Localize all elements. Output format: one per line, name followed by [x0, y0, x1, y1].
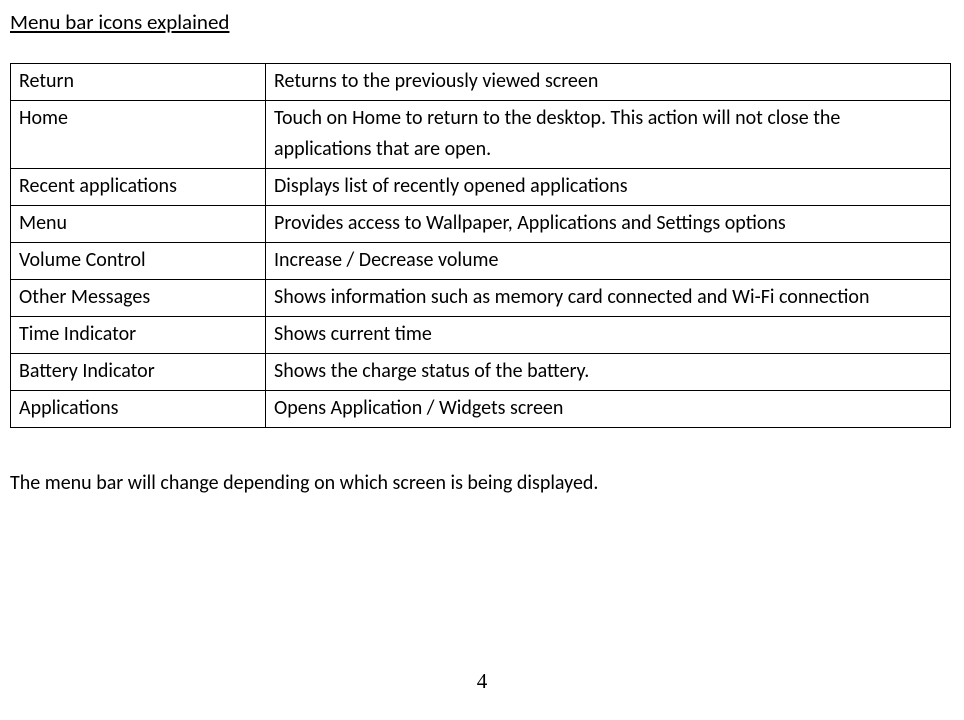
- footer-paragraph: The menu bar will change depending on wh…: [10, 468, 954, 499]
- menu-icons-table: Return Returns to the previously viewed …: [10, 63, 951, 428]
- table-row: Battery Indicator Shows the charge statu…: [11, 353, 951, 390]
- icon-name-cell: Recent applications: [11, 168, 266, 205]
- icon-desc-cell: Shows current time: [266, 316, 951, 353]
- icon-name-cell: Home: [11, 100, 266, 168]
- table-row: Other Messages Shows information such as…: [11, 279, 951, 316]
- icon-desc-cell: Shows information such as memory card co…: [266, 279, 951, 316]
- table-row: Home Touch on Home to return to the desk…: [11, 100, 951, 168]
- table-row: Menu Provides access to Wallpaper, Appli…: [11, 205, 951, 242]
- table-row: Return Returns to the previously viewed …: [11, 63, 951, 100]
- table-row: Time Indicator Shows current time: [11, 316, 951, 353]
- table-row: Volume Control Increase / Decrease volum…: [11, 242, 951, 279]
- icon-name-cell: Return: [11, 63, 266, 100]
- table-row: Recent applications Displays list of rec…: [11, 168, 951, 205]
- menu-icons-table-container: Return Returns to the previously viewed …: [10, 63, 954, 428]
- icon-name-cell: Time Indicator: [11, 316, 266, 353]
- table-row: Applications Opens Application / Widgets…: [11, 390, 951, 427]
- page-number: 4: [0, 665, 964, 698]
- icon-desc-cell: Opens Application / Widgets screen: [266, 390, 951, 427]
- section-heading: Menu bar icons explained: [10, 6, 954, 39]
- icon-desc-cell: Shows the charge status of the battery.: [266, 353, 951, 390]
- icon-desc-cell: Provides access to Wallpaper, Applicatio…: [266, 205, 951, 242]
- icon-name-cell: Other Messages: [11, 279, 266, 316]
- icon-name-cell: Volume Control: [11, 242, 266, 279]
- icon-name-cell: Menu: [11, 205, 266, 242]
- icon-desc-cell: Displays list of recently opened applica…: [266, 168, 951, 205]
- icon-desc-cell: Returns to the previously viewed screen: [266, 63, 951, 100]
- icon-desc-cell: Increase / Decrease volume: [266, 242, 951, 279]
- icon-desc-cell: Touch on Home to return to the desktop. …: [266, 100, 951, 168]
- icon-name-cell: Battery Indicator: [11, 353, 266, 390]
- icon-name-cell: Applications: [11, 390, 266, 427]
